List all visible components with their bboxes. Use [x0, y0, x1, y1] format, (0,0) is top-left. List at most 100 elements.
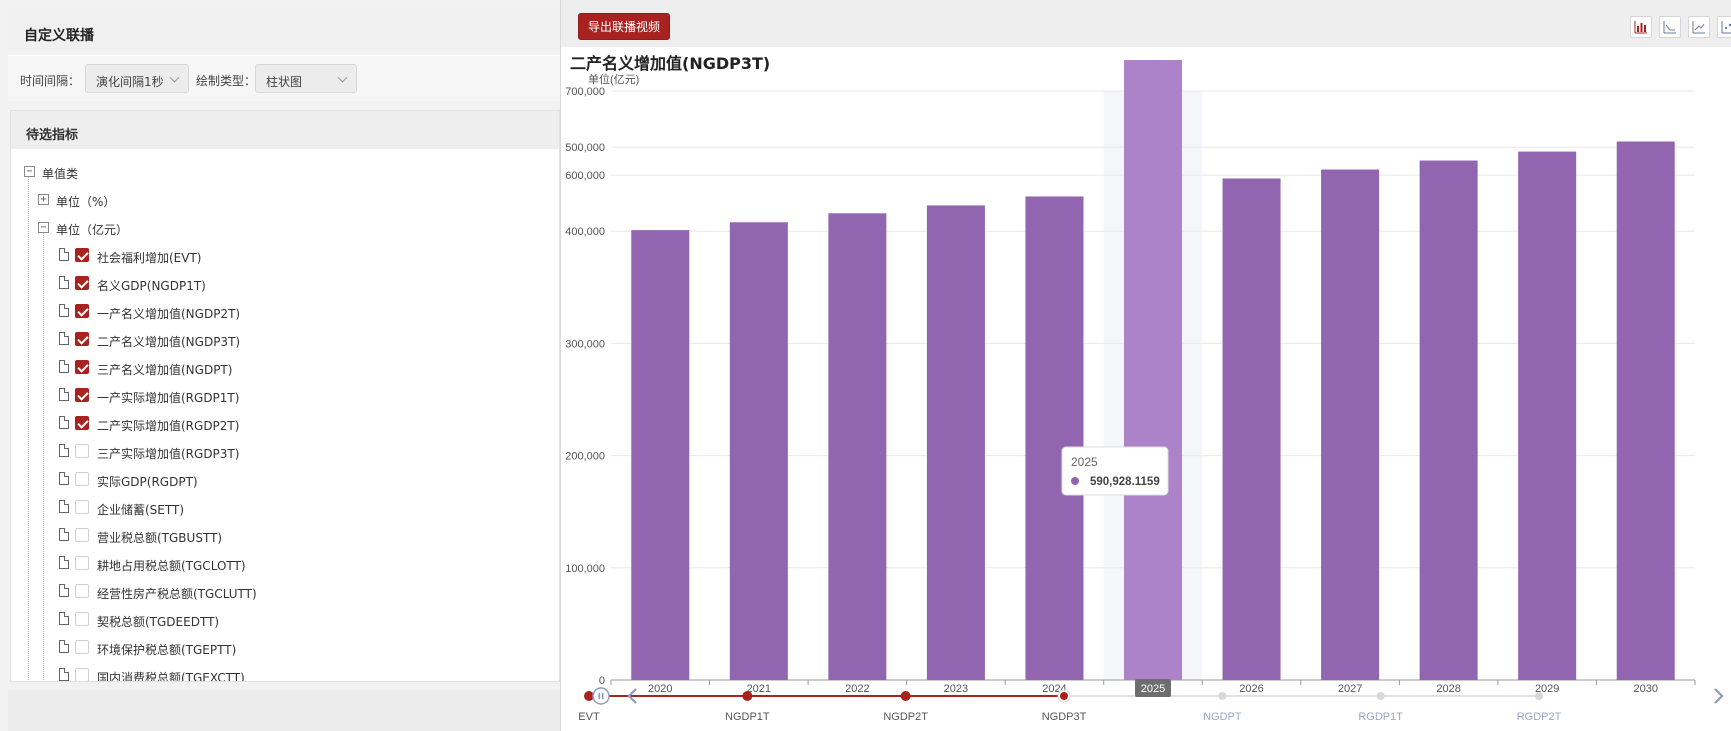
timeline-dot[interactable] [1376, 692, 1385, 700]
indicator-item[interactable]: 契税总额(TGDEEDTT) [11, 605, 559, 633]
x-tick-label: 2028 [1436, 683, 1460, 695]
indicator-item[interactable]: 耕地占用税总额(TGCLOTT) [11, 549, 559, 577]
y-axis-label: 单位(亿元) [588, 72, 639, 86]
indicator-label: 经营性房产税总额(TGCLUTT) [97, 587, 257, 601]
indicator-item[interactable]: 三产名义增加值(NGDPT) [11, 353, 559, 381]
next-arrow-icon[interactable] [1714, 688, 1724, 704]
scatter-icon[interactable] [1717, 16, 1731, 38]
bar-2024[interactable] [1025, 196, 1084, 680]
bar-2028[interactable] [1419, 160, 1478, 680]
file-icon [59, 276, 69, 289]
timeline-dot[interactable] [900, 691, 911, 701]
indicator-checkbox[interactable] [75, 612, 89, 626]
file-icon [59, 584, 69, 597]
timeline-dot[interactable] [742, 691, 753, 701]
timeline-label: NGDP3T [1042, 711, 1087, 723]
collapse-icon[interactable]: − [38, 222, 49, 233]
indicator-label: 一产实际增加值(RGDP1T) [97, 391, 240, 405]
x-tick-label: 2026 [1239, 683, 1263, 695]
indicator-item[interactable]: 企业储蓄(SETT) [11, 493, 559, 521]
timeline-dot[interactable] [1535, 692, 1543, 700]
indicator-label: 耕地占用税总额(TGCLOTT) [97, 559, 246, 573]
tree-node-root[interactable]: − 单值类 [11, 157, 559, 185]
bar-chart-icon[interactable] [1630, 16, 1652, 38]
x-tick-label: 2030 [1633, 683, 1657, 695]
bar-2027[interactable] [1321, 169, 1380, 680]
indicator-item[interactable]: 国内消费税总额(TGEXCTT) [11, 661, 559, 682]
trend-icon[interactable] [1688, 16, 1710, 38]
indicator-item[interactable]: 三产实际增加值(RGDP3T) [11, 437, 559, 465]
left-header: 自定义联播 [8, 8, 560, 50]
panel-title: 自定义联播 [24, 28, 94, 44]
bar-2021[interactable] [729, 222, 788, 680]
indicator-item[interactable]: 名义GDP(NGDP1T) [11, 269, 559, 297]
indicator-checkbox[interactable] [75, 500, 89, 514]
export-video-button[interactable]: 导出联播视频 [578, 13, 671, 40]
y-tick-label: 600,000 [565, 170, 605, 182]
indicator-item[interactable]: 营业税总额(TGBUSTT) [11, 521, 559, 549]
bar-2023[interactable] [926, 205, 985, 681]
y-tick-label: 700,000 [565, 86, 605, 98]
file-icon [59, 332, 69, 345]
indicator-label: 三产实际增加值(RGDP3T) [97, 447, 240, 461]
indicator-label: 二产名义增加值(NGDP3T) [97, 335, 241, 349]
timeline-label: NGDP2T [883, 711, 928, 723]
indicator-item[interactable]: 一产实际增加值(RGDP1T) [11, 381, 559, 409]
y-tick-label: 300,000 [565, 338, 605, 350]
indicator-item[interactable]: 二产名义增加值(NGDP3T) [11, 325, 559, 353]
indicator-item[interactable]: 二产实际增加值(RGDP2T) [11, 409, 559, 437]
bar-2020[interactable] [631, 230, 690, 680]
chart-type-select[interactable]: 柱状图 [255, 64, 357, 93]
indicator-checkbox[interactable] [75, 304, 89, 318]
indicator-label: 二产实际增加值(RGDP2T) [97, 419, 240, 433]
timeline-label: EVT [578, 711, 600, 723]
indicator-checkbox[interactable] [75, 472, 89, 486]
expand-icon[interactable]: + [38, 194, 49, 205]
indicator-checkbox[interactable] [75, 248, 89, 262]
indicator-item[interactable]: 实际GDP(RGDPT) [11, 465, 559, 493]
tree-node-percent[interactable]: + 单位（%） [11, 185, 559, 213]
left-panel: 自定义联播 时间间隔： 演化间隔1秒 绘制类型： 柱状图 待选指标 − 单值类 … [0, 0, 560, 731]
y-tick-label: 0 [599, 675, 605, 687]
y-tick-label: 200,000 [565, 451, 605, 463]
indicator-label: 三产名义增加值(NGDPT) [97, 363, 233, 377]
indicator-item[interactable]: 经营性房产税总额(TGCLUTT) [11, 577, 559, 605]
tree-node-label: 单位（亿元） [56, 223, 129, 237]
timeline-dot[interactable] [1060, 692, 1068, 700]
indicator-checkbox[interactable] [75, 640, 89, 654]
timeline-label: RGDP1T [1358, 711, 1403, 723]
indicator-checkbox[interactable] [75, 360, 89, 374]
file-icon [59, 472, 69, 485]
file-icon [59, 528, 69, 541]
indicator-label: 国内消费税总额(TGEXCTT) [97, 671, 245, 682]
timeline-dot[interactable] [1218, 692, 1227, 700]
indicator-label: 环境保护税总额(TGEPTT) [97, 643, 237, 657]
bar-2022[interactable] [828, 213, 887, 681]
indicator-checkbox[interactable] [75, 276, 89, 290]
x-tick-label: 2023 [944, 683, 968, 695]
bar-2025[interactable] [1124, 60, 1182, 681]
bar-2026[interactable] [1222, 178, 1281, 680]
indicator-checkbox[interactable] [75, 332, 89, 346]
indicator-checkbox[interactable] [75, 388, 89, 402]
file-icon [59, 640, 69, 653]
indicator-item[interactable]: 一产名义增加值(NGDP2T) [11, 297, 559, 325]
bar-2030[interactable] [1616, 141, 1675, 680]
indicator-checkbox[interactable] [75, 584, 89, 598]
indicator-checkbox[interactable] [75, 528, 89, 542]
indicator-checkbox[interactable] [75, 444, 89, 458]
indicator-checkbox[interactable] [75, 416, 89, 430]
line-chart-icon[interactable] [1659, 16, 1681, 38]
file-icon [59, 360, 69, 373]
chart-panel: 导出联播视频 二产名义增加值(NGDP3T) 单位(亿元) 0 100,000 200… [560, 0, 1731, 731]
indicator-label: 一产名义增加值(NGDP2T) [97, 307, 241, 321]
pause-button[interactable] [592, 687, 610, 705]
indicator-item[interactable]: 社会福利增加(EVT) [11, 241, 559, 269]
collapse-icon[interactable]: − [24, 166, 35, 177]
indicator-item[interactable]: 环境保护税总额(TGEPTT) [11, 633, 559, 661]
indicator-checkbox[interactable] [75, 668, 89, 681]
indicator-checkbox[interactable] [75, 556, 89, 570]
interval-select[interactable]: 演化间隔1秒 [85, 64, 189, 93]
bar-2029[interactable] [1518, 151, 1577, 680]
tree-node-yiyuan[interactable]: − 单位（亿元） [11, 213, 559, 241]
